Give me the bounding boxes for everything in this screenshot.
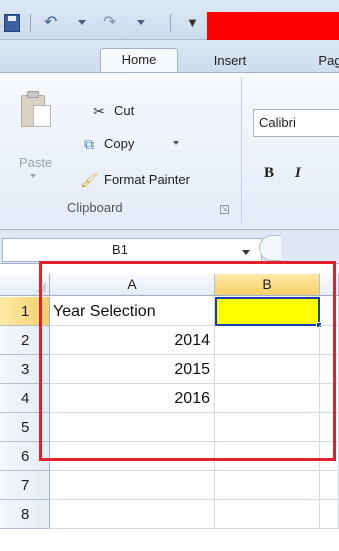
row-header-2[interactable]: 2: [0, 326, 50, 355]
bold-button[interactable]: B: [264, 165, 274, 182]
paste-label[interactable]: Paste: [19, 155, 52, 170]
cell-b3[interactable]: [215, 355, 320, 384]
cell-c6[interactable]: [320, 442, 339, 471]
cell-c4[interactable]: [320, 384, 339, 413]
formula-bar: B1: [0, 230, 339, 264]
cell-c3[interactable]: [320, 355, 339, 384]
cell-c5[interactable]: [320, 413, 339, 442]
row-header-3[interactable]: 3: [0, 355, 50, 384]
cell-a8[interactable]: [50, 500, 215, 529]
cell-c7[interactable]: [320, 471, 339, 500]
copy-icon: ⧉: [84, 136, 94, 152]
ribbon-tab-bar: Home Insert Pag: [0, 40, 339, 73]
row-header-7[interactable]: 7: [0, 471, 50, 500]
undo-dropdown-icon[interactable]: [78, 20, 86, 25]
tab-page-layout[interactable]: Pag: [310, 50, 339, 72]
clipboard-clip-icon: [27, 91, 39, 98]
row-header-5[interactable]: 5: [0, 413, 50, 442]
title-bar-redaction: [207, 12, 339, 40]
cell-a6[interactable]: [50, 442, 215, 471]
cell-b2[interactable]: [215, 326, 320, 355]
qat-separator: [170, 14, 171, 32]
cell-a2[interactable]: 2014: [50, 326, 215, 355]
paste-button[interactable]: [18, 91, 54, 131]
row-header-1[interactable]: 1: [0, 297, 50, 326]
name-box[interactable]: B1: [2, 238, 262, 262]
dialog-launcher-icon[interactable]: ↘: [220, 205, 229, 214]
cell-a3[interactable]: 2015: [50, 355, 215, 384]
customize-qat-icon[interactable]: ▼: [186, 14, 199, 32]
column-header-b[interactable]: B: [215, 274, 320, 296]
cell-b1-selected[interactable]: [215, 297, 322, 328]
cell-a7[interactable]: [50, 471, 215, 500]
paintbrush-icon: 🖌: [80, 172, 98, 188]
clipboard-group-label: Clipboard: [67, 200, 123, 215]
cell-b8[interactable]: [215, 500, 320, 529]
undo-icon[interactable]: ↶: [44, 14, 64, 32]
copy-dropdown-icon[interactable]: [173, 141, 179, 145]
group-separator: [241, 77, 242, 223]
cell-c8[interactable]: [320, 500, 339, 529]
font-name-field[interactable]: Calibri: [253, 109, 339, 137]
format-painter-label: Format Painter: [104, 172, 190, 187]
row-header-8[interactable]: 8: [0, 500, 50, 529]
cell-b4[interactable]: [215, 384, 320, 413]
cell-a4[interactable]: 2016: [50, 384, 215, 413]
save-icon[interactable]: [4, 14, 20, 32]
italic-button[interactable]: I: [295, 165, 301, 182]
cell-b5[interactable]: [215, 413, 320, 442]
cell-a5[interactable]: [50, 413, 215, 442]
tab-insert[interactable]: Insert: [200, 50, 260, 72]
cell-b6[interactable]: [215, 442, 320, 471]
ribbon-home: Paste ✂ Cut ⧉ Copy 🖌 Format Painter Clip…: [0, 72, 339, 230]
redo-icon[interactable]: ↷: [103, 14, 123, 32]
formula-resize-icon[interactable]: [259, 235, 281, 261]
cell-c2[interactable]: [320, 326, 339, 355]
cell-a1[interactable]: Year Selection: [50, 297, 215, 326]
paper-icon: [33, 105, 51, 127]
row-header-6[interactable]: 6: [0, 442, 50, 471]
tab-home[interactable]: Home: [100, 48, 178, 73]
cut-label: Cut: [114, 103, 135, 118]
row-header-4[interactable]: 4: [0, 384, 50, 413]
cell-c1[interactable]: [320, 297, 339, 326]
select-all-icon: [36, 282, 46, 292]
quick-access-toolbar: ↶ ↷ ▼: [0, 0, 339, 40]
scissors-icon: ✂: [93, 103, 105, 119]
cell-b7[interactable]: [215, 471, 320, 500]
select-all-corner[interactable]: [0, 274, 50, 296]
copy-label: Copy: [104, 136, 135, 151]
qat-separator: [30, 14, 31, 32]
redo-dropdown-icon[interactable]: [137, 20, 145, 25]
column-header-a[interactable]: A: [50, 274, 215, 296]
paste-dropdown-icon[interactable]: [30, 174, 36, 178]
worksheet-grid: A B 1 Year Selection 2 2014 3 2015 4 201…: [0, 261, 339, 551]
column-header-c[interactable]: [320, 274, 339, 296]
name-box-dropdown-icon[interactable]: [242, 250, 250, 255]
